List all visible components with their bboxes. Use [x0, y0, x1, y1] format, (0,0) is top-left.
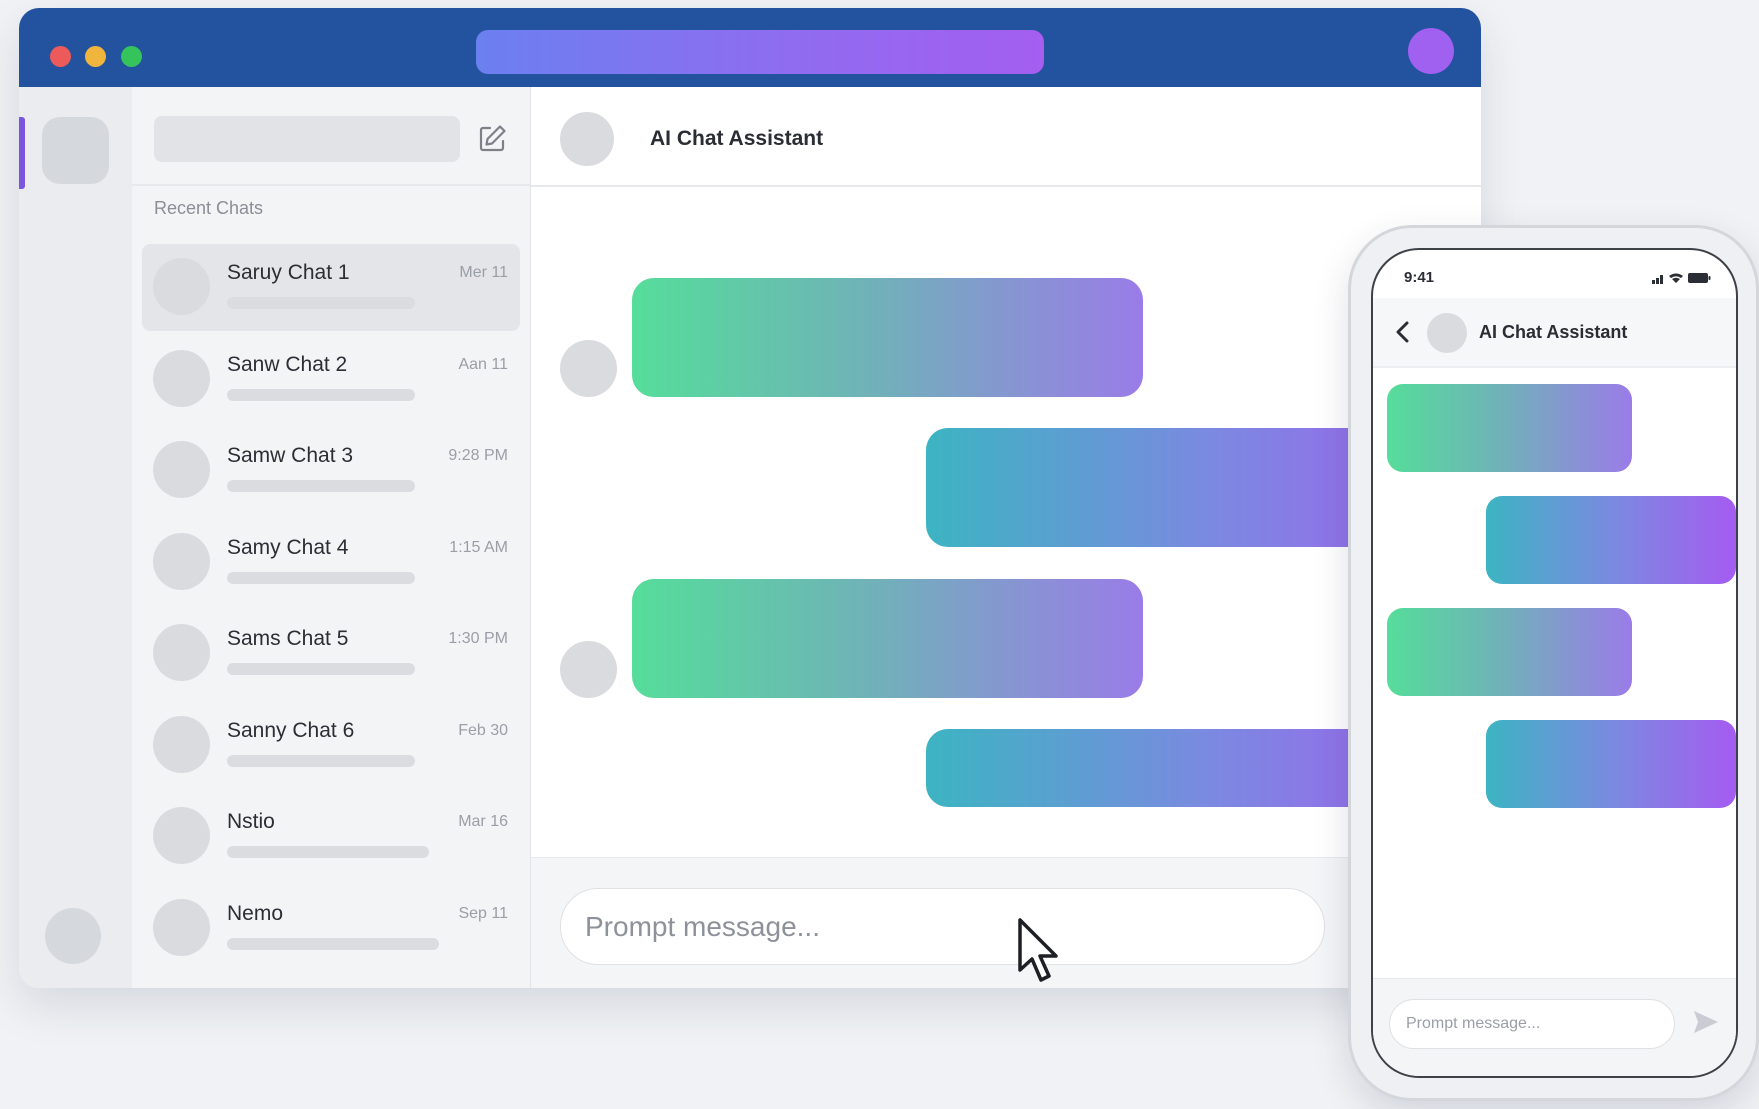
chevron-left-icon[interactable] — [1393, 320, 1413, 344]
desktop-app-window: Recent Chats Saruy Chat 1 Mer 11 Sanw Ch… — [19, 8, 1481, 988]
chat-list-item[interactable]: Samw Chat 3 9:28 PM — [142, 427, 520, 519]
user-message-bubble — [1486, 720, 1736, 808]
chat-avatar — [153, 624, 210, 681]
chat-time: Feb 30 — [458, 721, 508, 739]
wifi-icon — [1669, 273, 1683, 283]
send-icon[interactable] — [1691, 1007, 1721, 1037]
chat-time: Mer 11 — [459, 264, 508, 281]
window-titlebar — [19, 8, 1481, 87]
phone-prompt-input[interactable] — [1389, 999, 1675, 1049]
chat-list-item[interactable]: Samy Chat 4 1:15 AM — [142, 519, 520, 611]
chat-name: Samy Chat 4 — [227, 535, 349, 559]
chat-name: Nstio — [227, 810, 275, 833]
chat-list-item[interactable]: Sanny Chat 6 Feb 30 — [142, 702, 520, 794]
chat-preview-line — [227, 846, 429, 858]
rail-app-icon[interactable] — [42, 117, 109, 184]
chat-list-item[interactable]: Nemo Sep 11 — [142, 885, 520, 977]
chat-list-item[interactable]: Sanw Chat 2 Aan 11 — [142, 336, 520, 428]
compose-icon[interactable] — [476, 123, 508, 155]
rail-user-avatar[interactable] — [45, 908, 101, 964]
battery-icon — [1688, 273, 1711, 283]
close-window-button[interactable] — [50, 46, 71, 67]
chat-avatar — [153, 441, 210, 498]
app-rail — [19, 87, 132, 988]
assistant-message-bubble — [1387, 608, 1632, 696]
assistant-message-bubble — [632, 278, 1143, 397]
profile-avatar[interactable] — [1408, 28, 1454, 74]
chat-avatar — [153, 349, 210, 407]
assistant-avatar — [560, 112, 614, 166]
chat-avatar — [153, 898, 210, 956]
user-message-bubble — [1486, 496, 1736, 584]
chat-time: Mar 16 — [458, 813, 508, 830]
sidebar-divider — [132, 184, 530, 186]
chat-preview-line — [227, 663, 415, 675]
chat-list-item[interactable]: Sams Chat 5 1:30 PM — [142, 610, 520, 702]
phone-frame: 9:41 AI Chat Assistant — [1348, 225, 1759, 1101]
assistant-message-bubble — [1387, 384, 1632, 472]
status-time: 9:41 — [1404, 269, 1435, 286]
signal-icon — [1652, 275, 1663, 284]
chat-list: Saruy Chat 1 Mer 11 Sanw Chat 2 Aan 11 S… — [142, 244, 520, 976]
assistant-message-bubble — [632, 579, 1143, 698]
chat-avatar — [153, 715, 210, 773]
chat-time: 1:30 PM — [448, 630, 508, 647]
chat-avatar — [153, 258, 210, 315]
maximize-window-button[interactable] — [121, 46, 142, 67]
minimize-window-button[interactable] — [85, 46, 106, 67]
chat-preview-line — [227, 480, 415, 492]
phone-screen: 9:41 AI Chat Assistant — [1371, 248, 1738, 1078]
recent-chats-label: Recent Chats — [154, 198, 264, 218]
chat-list-item[interactable]: Nstio Mar 16 — [142, 793, 520, 885]
phone-composer-bar — [1373, 978, 1736, 1076]
mouse-pointer-icon — [1018, 918, 1058, 982]
chat-preview-line — [227, 297, 415, 309]
chat-name: Sanw Chat 2 — [227, 352, 348, 376]
chat-title: AI Chat Assistant — [650, 127, 824, 150]
assistant-avatar — [1427, 313, 1467, 353]
title-bar-pill — [476, 30, 1044, 74]
chat-name: Sanny Chat 6 — [227, 718, 355, 742]
rail-active-indicator — [19, 117, 25, 189]
chat-name: Saruy Chat 1 — [227, 261, 350, 284]
chat-preview-line — [227, 754, 415, 767]
chat-time: Aan 11 — [458, 355, 508, 373]
status-icons — [1652, 273, 1711, 284]
message-thread — [531, 187, 1481, 857]
chat-time: 1:15 AM — [449, 538, 508, 556]
prompt-input[interactable] — [560, 888, 1325, 965]
chat-time: Sep 11 — [458, 904, 508, 922]
chat-sidebar: Recent Chats Saruy Chat 1 Mer 11 Sanw Ch… — [132, 87, 531, 988]
assistant-avatar — [560, 641, 617, 698]
chat-name: Sams Chat 5 — [227, 627, 349, 650]
chat-list-item[interactable]: Saruy Chat 1 Mer 11 — [142, 244, 520, 331]
phone-chat-title: AI Chat Assistant — [1479, 322, 1628, 342]
phone-chat-header: AI Chat Assistant — [1373, 298, 1736, 368]
chat-header: AI Chat Assistant — [531, 87, 1481, 187]
chat-avatar — [153, 807, 210, 864]
assistant-avatar — [560, 340, 617, 397]
composer-bar — [531, 857, 1481, 988]
chat-avatar — [153, 532, 210, 590]
chat-preview-line — [227, 937, 439, 950]
chat-preview-line — [227, 571, 415, 584]
chat-preview-line — [227, 388, 415, 401]
chat-name: Samw Chat 3 — [227, 444, 354, 467]
chat-name: Nemo — [227, 901, 284, 925]
search-input[interactable] — [154, 116, 460, 162]
chat-time: 9:28 PM — [448, 447, 508, 464]
